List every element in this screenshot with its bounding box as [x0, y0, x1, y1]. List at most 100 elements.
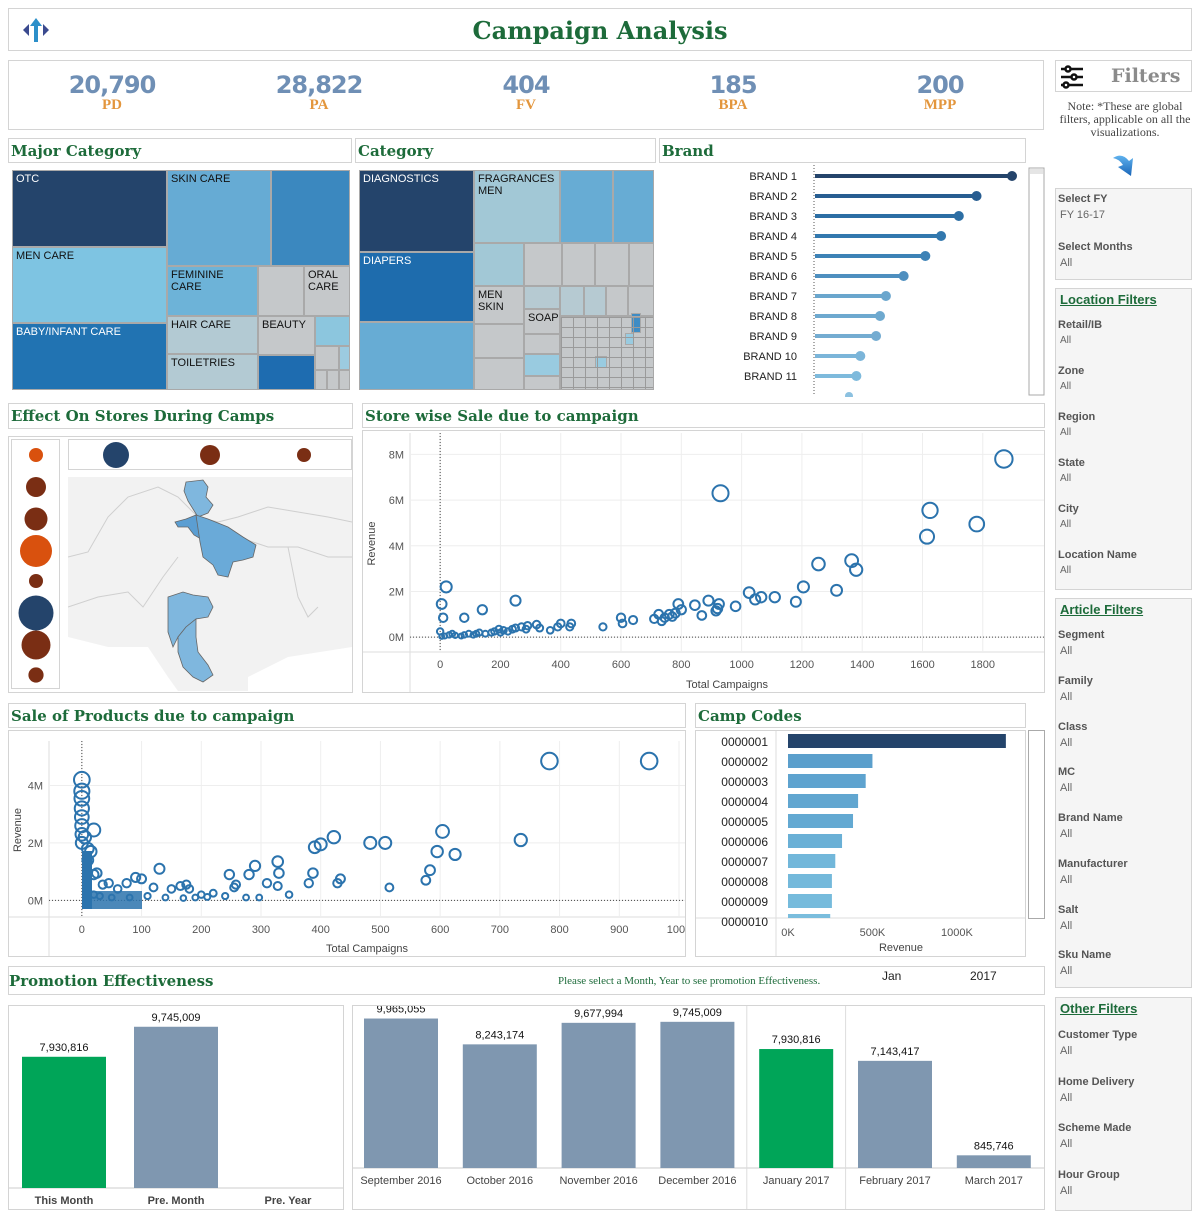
treemap-cell[interactable]: [339, 370, 350, 390]
data-point[interactable]: [628, 614, 639, 626]
promotion-bar[interactable]: [22, 1056, 106, 1188]
camp-codes-bar-chart[interactable]: 0000001 0000002 0000003 0000004 0000005 00000…: [696, 731, 1025, 956]
treemap-cell[interactable]: [524, 376, 560, 390]
camp-codes-scrollbar[interactable]: [1028, 730, 1045, 919]
select-fy-dropdown[interactable]: FY 16-17: [1060, 209, 1105, 221]
store-wise-scatter[interactable]: 0 200 400 600 800 1000 1200 1400 1600 1800 0M 2M 4M 6…: [363, 431, 1044, 692]
treemap-cell[interactable]: [271, 170, 350, 266]
promotion-monthly-bar-chart[interactable]: 9,965,055 September 2016 8,243,174 October …: [353, 1004, 1044, 1209]
data-point[interactable]: [448, 847, 462, 862]
data-point[interactable]: [435, 824, 450, 839]
treemap-cell[interactable]: MEN CARE: [12, 247, 167, 323]
data-point[interactable]: [271, 855, 285, 868]
family-dropdown[interactable]: All: [1060, 691, 1072, 703]
data-point[interactable]: [284, 890, 294, 899]
treemap-cell[interactable]: HAIR CARE: [167, 316, 258, 354]
year-selector[interactable]: 2017: [970, 969, 997, 983]
data-point[interactable]: [384, 882, 395, 893]
data-point[interactable]: [509, 594, 522, 607]
data-point[interactable]: [689, 599, 701, 612]
scrollbar-thumb[interactable]: [1030, 169, 1043, 174]
promotion-bar[interactable]: [660, 1021, 735, 1168]
data-point[interactable]: [191, 893, 200, 902]
treemap-cell[interactable]: SOAP: [524, 309, 560, 334]
region-dropdown[interactable]: All: [1060, 427, 1071, 438]
data-point[interactable]: [742, 586, 756, 599]
treemap-cell[interactable]: [524, 286, 560, 309]
data-point[interactable]: [540, 751, 559, 771]
data-point[interactable]: [830, 583, 844, 597]
treemap-cell[interactable]: [258, 355, 315, 390]
brand-dot[interactable]: [871, 331, 882, 341]
data-point[interactable]: [303, 877, 314, 889]
treemap-cell[interactable]: DIAGNOSTICS: [359, 170, 474, 252]
store-bubble[interactable]: [103, 442, 129, 468]
treemap-cell[interactable]: [474, 243, 524, 286]
treemap-cell[interactable]: [474, 358, 524, 390]
store-bubble[interactable]: [29, 448, 43, 462]
promotion-bar[interactable]: [561, 1022, 636, 1168]
treemap-cell[interactable]: [524, 243, 562, 286]
data-point[interactable]: [435, 598, 448, 610]
promotion-bar[interactable]: [134, 1026, 218, 1188]
scheme-made-dropdown[interactable]: All: [1060, 1138, 1072, 1150]
treemap-cell[interactable]: [359, 322, 474, 390]
data-point[interactable]: [261, 877, 273, 889]
store-bubble[interactable]: [297, 448, 311, 462]
data-point[interactable]: [223, 868, 236, 881]
treemap-cell[interactable]: [560, 170, 613, 243]
promotion-bar[interactable]: [759, 1049, 834, 1168]
location-name-dropdown[interactable]: All: [1060, 565, 1071, 576]
brand-dot[interactable]: [875, 311, 886, 321]
data-point[interactable]: [166, 884, 177, 894]
data-point[interactable]: [143, 891, 152, 901]
promotion-summary-bar-chart[interactable]: 7,930,816 This Month 9,745,009 Pre. Month Pr…: [9, 1006, 343, 1209]
treemap-cell[interactable]: [524, 354, 560, 376]
promotion-bar[interactable]: [858, 1060, 932, 1168]
brand-dot[interactable]: [1007, 171, 1017, 181]
camp-bar[interactable]: [788, 734, 1006, 748]
treemap-cell[interactable]: [315, 346, 339, 370]
data-point[interactable]: [696, 610, 708, 621]
sale-of-products-scatter[interactable]: 0 100 200 300 400 500 600 700 800 900 1000 0M 2M 4M To…: [9, 731, 691, 956]
treemap-cell[interactable]: ORAL CARE: [304, 266, 350, 316]
scrollbar[interactable]: [1028, 167, 1045, 396]
treemap-cell[interactable]: [560, 286, 584, 316]
data-point[interactable]: [789, 595, 802, 608]
brand-dot[interactable]: [898, 271, 909, 281]
camp-bar[interactable]: [788, 754, 873, 768]
treemap-cell[interactable]: [258, 266, 304, 316]
data-point[interactable]: [153, 862, 166, 875]
state-dropdown[interactable]: All: [1060, 473, 1071, 484]
treemap-cell[interactable]: [606, 286, 628, 316]
data-point[interactable]: [203, 892, 212, 901]
data-point[interactable]: [221, 891, 230, 901]
select-months-dropdown[interactable]: All: [1060, 257, 1072, 269]
sku-name-dropdown[interactable]: All: [1060, 965, 1072, 977]
treemap-cell[interactable]: [339, 346, 350, 370]
data-point[interactable]: [326, 829, 342, 845]
treemap-cell[interactable]: TOILETRIES: [167, 354, 258, 390]
data-point[interactable]: [768, 590, 781, 604]
treemap-cell[interactable]: [562, 243, 595, 286]
data-point[interactable]: [242, 893, 250, 902]
data-point[interactable]: [307, 867, 319, 879]
brand-dot[interactable]: [953, 211, 964, 221]
data-point[interactable]: [161, 893, 170, 902]
city-dropdown[interactable]: All: [1060, 519, 1071, 530]
manufacturer-dropdown[interactable]: All: [1060, 874, 1072, 886]
store-bubble[interactable]: [26, 477, 46, 497]
treemap-cell[interactable]: [524, 334, 560, 354]
treemap-cell[interactable]: [474, 324, 524, 358]
treemap-cell[interactable]: FEMININE CARE: [167, 266, 258, 316]
treemap-cell[interactable]: SKIN CARE: [167, 170, 271, 266]
camp-bar[interactable]: [788, 914, 831, 918]
treemap-small-cells[interactable]: [560, 316, 654, 390]
data-point[interactable]: [179, 894, 188, 902]
hour-group-dropdown[interactable]: All: [1060, 1185, 1072, 1197]
class-dropdown[interactable]: All: [1060, 737, 1072, 749]
treemap-cell[interactable]: [584, 286, 606, 316]
data-point[interactable]: [729, 600, 742, 613]
brand-name-dropdown[interactable]: All: [1060, 828, 1072, 840]
brand-dot[interactable]: [851, 371, 862, 381]
